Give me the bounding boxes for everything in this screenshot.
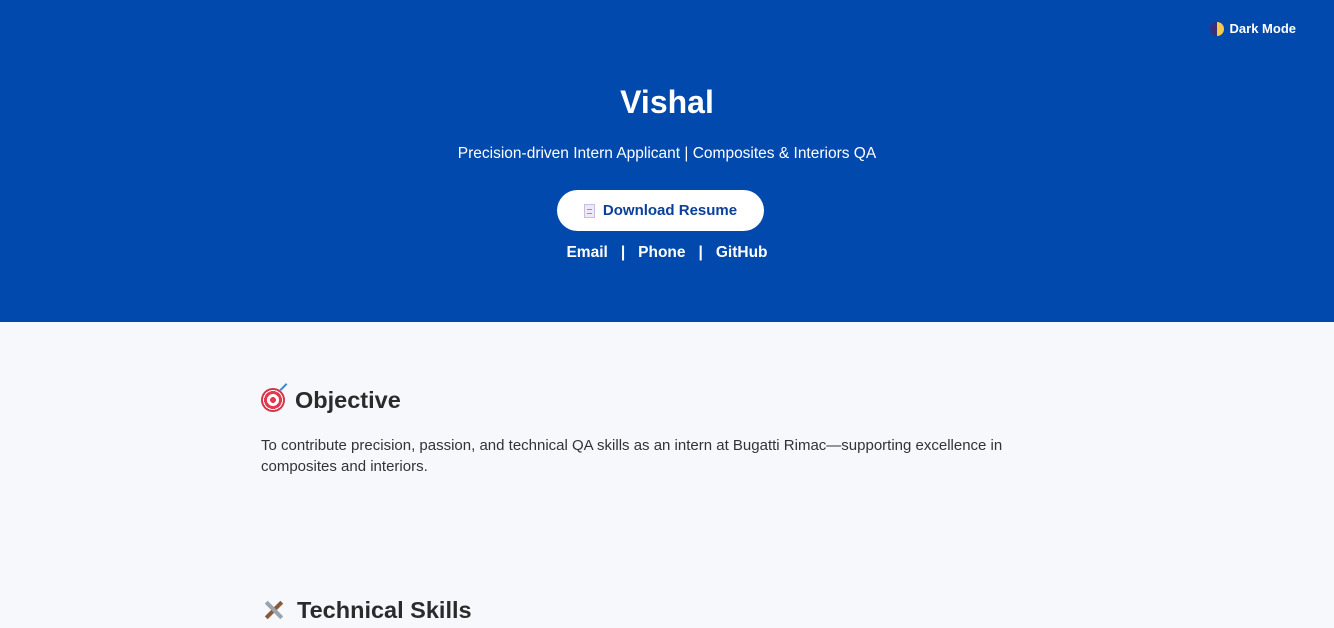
target-icon xyxy=(261,388,285,412)
github-link[interactable]: GitHub xyxy=(716,242,768,264)
document-icon xyxy=(583,203,595,218)
download-resume-label: Download Resume xyxy=(602,202,738,219)
email-link[interactable]: Email xyxy=(566,242,607,264)
separator: | xyxy=(620,244,626,261)
tools-icon xyxy=(261,598,287,622)
profile-name: Vishal xyxy=(620,84,714,120)
objective-text: To contribute precision, passion, and te… xyxy=(261,437,1003,475)
technical-skills-title: Technical Skills xyxy=(297,597,472,623)
dark-mode-toggle[interactable]: Dark Mode xyxy=(1209,21,1296,36)
phone-link[interactable]: Phone xyxy=(638,242,685,264)
hero-header: Dark Mode Vishal Precision-driven Intern… xyxy=(0,0,1334,322)
objective-title: Objective xyxy=(295,387,401,413)
profile-tagline: Precision-driven Intern Applicant | Comp… xyxy=(457,145,877,162)
dark-mode-label: Dark Mode xyxy=(1229,21,1296,36)
main-content: Objective To contribute precision, passi… xyxy=(0,322,1334,628)
download-resume-button[interactable]: Download Resume xyxy=(557,190,764,231)
contact-links: Email | Phone | GitHub xyxy=(0,242,1334,264)
separator: | xyxy=(698,244,703,261)
objective-heading: Objective xyxy=(261,385,401,415)
technical-skills-heading: Technical Skills xyxy=(261,595,472,625)
half-moon-icon xyxy=(1209,21,1224,36)
